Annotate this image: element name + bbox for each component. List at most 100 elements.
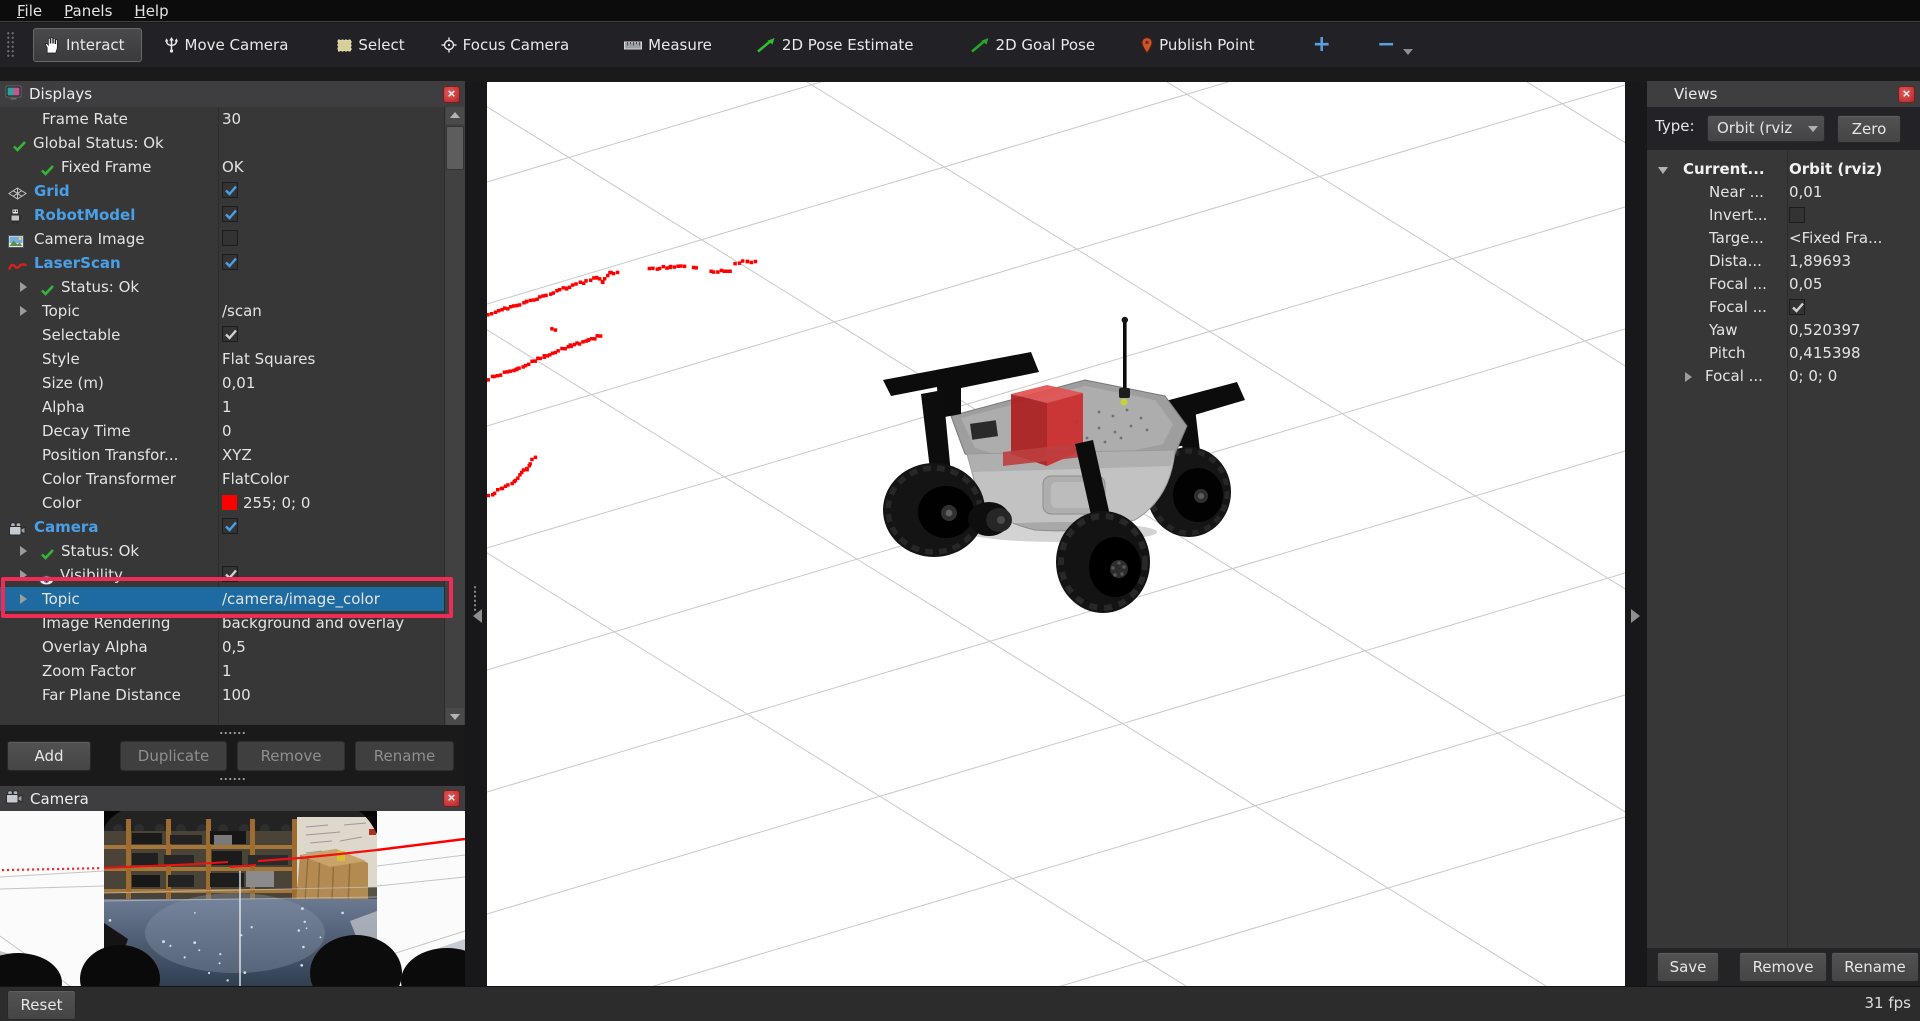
views-row-current-0[interactable]: Current...Orbit (rviz) <box>1647 158 1920 181</box>
views-row-near-1[interactable]: Near ...0,01 <box>1647 181 1920 204</box>
row-value[interactable]: 100 <box>222 683 251 707</box>
row-value[interactable]: <Fixed Fra... <box>1789 227 1882 250</box>
checkbox[interactable] <box>222 230 238 246</box>
zero-button[interactable]: Zero <box>1837 115 1901 143</box>
collapse-left-icon[interactable] <box>473 609 482 623</box>
views-save-button[interactable]: Save <box>1657 952 1719 982</box>
displays-row-style[interactable]: StyleFlat Squares <box>0 347 444 371</box>
views-row-pitch-8[interactable]: Pitch0,415398 <box>1647 342 1920 365</box>
row-value[interactable]: XYZ <box>222 443 252 467</box>
checkbox[interactable] <box>222 566 238 582</box>
checkbox[interactable] <box>1789 299 1805 315</box>
color-swatch[interactable] <box>222 495 237 510</box>
scroll-down-icon[interactable] <box>446 708 464 725</box>
row-value[interactable]: 30 <box>222 107 241 131</box>
views-row-focal-5[interactable]: Focal ...0,05 <box>1647 273 1920 296</box>
displays-row-far-plane-distance[interactable]: Far Plane Distance100 <box>0 683 444 707</box>
tool-measure[interactable]: Measure <box>624 36 712 54</box>
displays-row-robotmodel[interactable]: RobotModel <box>0 203 444 227</box>
displays-row-topic[interactable]: Topic/camera/image_color <box>0 587 444 611</box>
views-remove-button[interactable]: Remove <box>1739 952 1827 982</box>
checkbox[interactable] <box>222 518 238 534</box>
expander-icon[interactable] <box>20 282 27 292</box>
tool-focus-camera[interactable]: Focus Camera <box>441 36 569 54</box>
panel-splitter[interactable] <box>0 725 465 740</box>
displays-row-grid[interactable]: Grid <box>0 179 444 203</box>
displays-row-color[interactable]: Color255; 0; 0 <box>0 491 444 515</box>
row-value[interactable]: 0,520397 <box>1789 319 1861 342</box>
add-button[interactable]: Add <box>7 741 91 771</box>
views-row-focal-9[interactable]: Focal ...0; 0; 0 <box>1647 365 1920 388</box>
checkbox[interactable] <box>222 254 238 270</box>
collapse-right-icon[interactable] <box>1631 609 1640 623</box>
tool-interact[interactable]: Interact <box>33 28 142 62</box>
menu-item-help[interactable]: Help <box>123 0 179 22</box>
close-icon[interactable]: × <box>1898 86 1915 103</box>
displays-row-fixed-frame[interactable]: Fixed FrameOK <box>0 155 444 179</box>
row-value[interactable]: 0 <box>222 419 232 443</box>
panel-splitter[interactable] <box>0 772 465 786</box>
menu-item-panels[interactable]: Panels <box>53 0 123 22</box>
row-value[interactable]: FlatColor <box>222 467 289 491</box>
views-row-targe-3[interactable]: Targe...<Fixed Fra... <box>1647 227 1920 250</box>
row-value[interactable]: 1 <box>222 395 232 419</box>
displays-row-size-m[interactable]: Size (m)0,01 <box>0 371 444 395</box>
3d-viewport[interactable] <box>487 82 1625 986</box>
displays-scrollbar[interactable] <box>444 107 465 725</box>
splitter-handle[interactable] <box>473 585 477 611</box>
row-value[interactable]: 0,5 <box>222 635 246 659</box>
tool-select[interactable]: Select <box>337 36 404 54</box>
row-value[interactable]: /camera/image_color <box>222 587 380 611</box>
checkbox[interactable] <box>222 206 238 222</box>
toolbar-drag-handle[interactable] <box>6 31 15 59</box>
views-row-invert-2[interactable]: Invert... <box>1647 204 1920 227</box>
expander-icon[interactable] <box>1658 167 1668 174</box>
row-value[interactable]: Flat Squares <box>222 347 315 371</box>
views-row-dista-4[interactable]: Dista...1,89693 <box>1647 250 1920 273</box>
displays-row-overlay-alpha[interactable]: Overlay Alpha0,5 <box>0 635 444 659</box>
displays-row-decay-time[interactable]: Decay Time0 <box>0 419 444 443</box>
close-icon[interactable]: × <box>443 790 460 807</box>
tool-remove-tool[interactable]: − <box>1377 35 1413 55</box>
tool-publish-point[interactable]: Publish Point <box>1141 36 1254 54</box>
checkbox[interactable] <box>222 326 238 342</box>
row-value[interactable]: 0,415398 <box>1789 342 1861 365</box>
right-panel-splitter[interactable] <box>1625 82 1647 986</box>
displays-row-status-ok[interactable]: Status: Ok <box>0 275 444 299</box>
displays-row-camera-image[interactable]: Camera Image <box>0 227 444 251</box>
row-value[interactable]: 0,01 <box>222 371 255 395</box>
displays-row-image-rendering[interactable]: Image Renderingbackground and overlay <box>0 611 444 635</box>
displays-row-global-status-ok[interactable]: Global Status: Ok <box>0 131 444 155</box>
displays-row-laserscan[interactable]: LaserScan <box>0 251 444 275</box>
views-rename-button[interactable]: Rename <box>1831 952 1919 982</box>
row-value[interactable]: 0,01 <box>1789 181 1822 204</box>
displays-row-status-ok[interactable]: Status: Ok <box>0 539 444 563</box>
expander-icon[interactable] <box>20 306 27 316</box>
displays-row-camera[interactable]: Camera <box>0 515 444 539</box>
row-value[interactable]: Orbit (rviz) <box>1789 158 1882 181</box>
row-value[interactable]: 0,05 <box>1789 273 1822 296</box>
tool-2d-pose-estimate[interactable]: 2D Pose Estimate <box>756 36 914 54</box>
displays-row-alpha[interactable]: Alpha1 <box>0 395 444 419</box>
checkbox[interactable] <box>1789 207 1805 223</box>
checkbox[interactable] <box>222 182 238 198</box>
displays-row-topic[interactable]: Topic/scan <box>0 299 444 323</box>
reset-button[interactable]: Reset <box>7 990 76 1020</box>
row-value[interactable]: OK <box>222 155 244 179</box>
views-row-focal-6[interactable]: Focal ... <box>1647 296 1920 319</box>
row-value[interactable]: 1 <box>222 659 232 683</box>
displays-row-zoom-factor[interactable]: Zoom Factor1 <box>0 659 444 683</box>
displays-row-selectable[interactable]: Selectable <box>0 323 444 347</box>
displays-row-frame-rate[interactable]: Frame Rate30 <box>0 107 444 131</box>
expander-icon[interactable] <box>20 594 27 604</box>
displays-row-visibility[interactable]: Visibility <box>0 563 444 587</box>
row-value[interactable]: /scan <box>222 299 262 323</box>
expander-icon[interactable] <box>20 546 27 556</box>
row-value[interactable]: 0; 0; 0 <box>1789 365 1837 388</box>
close-icon[interactable]: × <box>443 86 460 103</box>
displays-row-color-transformer[interactable]: Color TransformerFlatColor <box>0 467 444 491</box>
scrollbar-thumb[interactable] <box>446 126 464 170</box>
scroll-up-icon[interactable] <box>446 107 464 124</box>
views-row-yaw-7[interactable]: Yaw0,520397 <box>1647 319 1920 342</box>
tool-move-camera[interactable]: Move Camera <box>164 36 289 54</box>
